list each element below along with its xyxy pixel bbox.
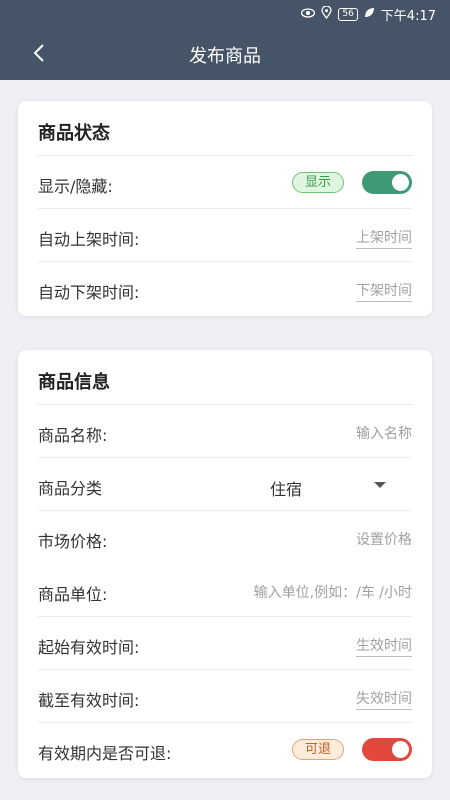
battery-icon: 56 xyxy=(338,8,358,21)
refundable-badge: 可退 xyxy=(291,739,344,760)
refundable-label: 有效期内是否可退: xyxy=(38,744,172,763)
off-shelf-time-row[interactable]: 自动下架时间: 下架时间 xyxy=(38,262,412,315)
start-time-row[interactable]: 起始有效时间: 生效时间 xyxy=(38,617,412,670)
start-time-field[interactable]: 生效时间 xyxy=(356,635,412,657)
price-row: 市场价格: 设置价格 xyxy=(38,511,412,564)
chevron-down-icon[interactable] xyxy=(374,482,386,488)
price-label: 市场价格: xyxy=(38,532,108,551)
info-card: 商品信息 商品名称: 输入名称 商品分类 住宿 市场价格: 设置价格 商品单位:… xyxy=(18,350,432,778)
start-time-label: 起始有效时间: xyxy=(38,638,140,657)
end-time-label: 截至有效时间: xyxy=(38,691,140,710)
refundable-row: 有效期内是否可退: 可退 xyxy=(38,723,412,776)
leaf-icon xyxy=(364,7,375,22)
on-shelf-time-field[interactable]: 上架时间 xyxy=(356,227,412,249)
visibility-label: 显示/隐藏: xyxy=(38,177,113,196)
visibility-row: 显示/隐藏: 显示 xyxy=(38,156,412,209)
end-time-field[interactable]: 失效时间 xyxy=(356,688,412,710)
app-bar: 发布商品 xyxy=(0,26,450,80)
unit-row: 商品单位: 输入单位,例如：/车 /小时 xyxy=(38,564,412,617)
product-name-row: 商品名称: 输入名称 xyxy=(38,405,412,458)
eye-icon xyxy=(301,7,316,22)
refundable-toggle[interactable] xyxy=(362,738,412,761)
off-shelf-time-label: 自动下架时间: xyxy=(38,283,140,302)
status-bar: 56 下午4:17 xyxy=(0,0,450,26)
unit-input[interactable]: 输入单位,例如：/车 /小时 xyxy=(254,582,412,602)
visibility-badge: 显示 xyxy=(291,172,344,193)
location-icon xyxy=(321,5,332,23)
status-card-title: 商品状态 xyxy=(38,123,110,144)
status-icons: 56 下午4:17 xyxy=(301,5,436,24)
info-card-title: 商品信息 xyxy=(38,372,110,393)
category-label: 商品分类 xyxy=(38,479,103,498)
unit-label: 商品单位: xyxy=(38,585,108,604)
product-name-label: 商品名称: xyxy=(38,426,108,445)
visibility-toggle[interactable] xyxy=(362,171,412,194)
off-shelf-time-field[interactable]: 下架时间 xyxy=(356,280,412,302)
product-name-input[interactable]: 输入名称 xyxy=(356,423,412,443)
category-select[interactable]: 住宿 xyxy=(270,476,302,500)
on-shelf-time-label: 自动上架时间: xyxy=(38,230,140,249)
category-row: 商品分类 住宿 xyxy=(38,458,412,511)
status-time: 下午4:17 xyxy=(380,9,436,24)
end-time-row[interactable]: 截至有效时间: 失效时间 xyxy=(38,670,412,723)
on-shelf-time-row[interactable]: 自动上架时间: 上架时间 xyxy=(38,209,412,262)
price-input[interactable]: 设置价格 xyxy=(356,529,412,549)
toggle-knob xyxy=(392,174,409,191)
toggle-knob xyxy=(392,741,409,758)
status-card: 商品状态 显示/隐藏: 显示 自动上架时间: 上架时间 自动下架时间: 下架时间 xyxy=(18,101,432,316)
page-title: 发布商品 xyxy=(189,46,261,67)
